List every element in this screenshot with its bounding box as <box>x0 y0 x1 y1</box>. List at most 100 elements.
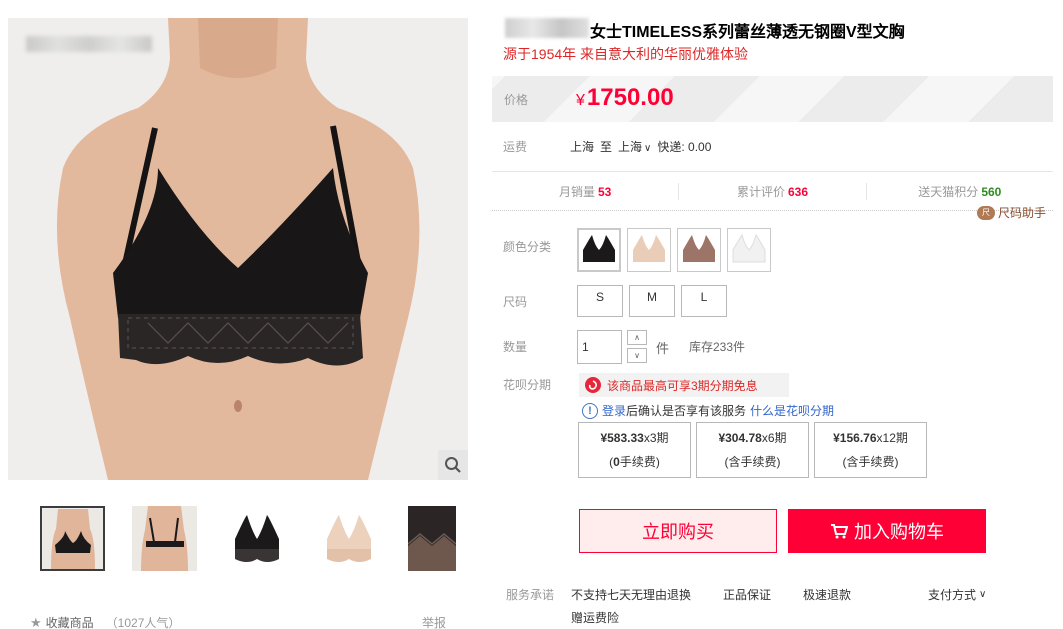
size-options: S M L <box>577 285 727 317</box>
ship-to-word: 至 <box>600 140 613 154</box>
thumbnail-front[interactable] <box>40 506 105 571</box>
swatch-white-image <box>732 234 766 263</box>
installment-plan-6[interactable]: ¥304.78x6期 (含手续费) <box>696 422 809 478</box>
price-value: ¥1750.00 <box>576 84 674 112</box>
color-option-nude[interactable] <box>627 228 671 272</box>
favorite-count: （1027人气） <box>105 616 181 629</box>
plan-amount: ¥583.33 <box>600 431 644 445</box>
stat-monthly-sales-value: 53 <box>597 184 612 199</box>
stat-points-label: 送天猫积分 <box>918 184 979 199</box>
color-option-black[interactable] <box>577 228 621 272</box>
swatch-black-image <box>583 235 615 262</box>
plan-fee-rest: 含手续费) <box>728 455 781 469</box>
service-item-shipping-insurance[interactable]: 赠运费险 <box>571 609 619 626</box>
plan-fee-rest: 含手续费) <box>846 455 899 469</box>
size-option-l[interactable]: L <box>681 285 727 317</box>
size-helper-button[interactable]: 尺 尺码助手 <box>977 204 1046 221</box>
payment-methods-toggle[interactable]: 支付方式 ∨ <box>928 586 986 603</box>
size-label: 尺码 <box>503 295 528 309</box>
add-to-cart-button[interactable]: 加入购物车 <box>788 509 986 553</box>
quantity-input[interactable] <box>577 330 622 364</box>
thumbnail-strip <box>40 506 456 571</box>
plan-fee: (含手续费) <box>815 450 926 474</box>
chevron-down-icon: ∨ <box>634 351 640 360</box>
quantity-decrease-button[interactable]: ∨ <box>627 348 647 363</box>
stat-points: 送天猫积分 560 <box>867 183 1053 200</box>
plan-term: x3期 <box>643 431 669 445</box>
ship-destination-select[interactable]: 上海 ∨ <box>618 138 651 155</box>
huabei-info: ! 登录 后确认是否享有该服务 什么是花呗分期 <box>582 402 834 419</box>
what-is-huabei-link[interactable]: 什么是花呗分期 <box>750 402 834 419</box>
report-link[interactable]: 举报 <box>422 614 446 629</box>
thumbnail-back[interactable] <box>132 506 197 571</box>
service-item-no-return[interactable]: 不支持七天无理由退换 <box>571 586 691 603</box>
quantity-increase-button[interactable]: ∧ <box>627 330 647 345</box>
quantity-unit: 件 <box>656 341 670 356</box>
chevron-down-icon: ∨ <box>644 143 652 154</box>
price-amount: 1750.00 <box>586 84 674 111</box>
magnifier-icon <box>445 457 461 473</box>
plan-fee: (0手续费) <box>579 450 690 474</box>
huabei-promo-text: 该商品最高可享3期分期免息 <box>607 378 758 393</box>
ship-from: 上海 <box>570 140 595 154</box>
size-option-s[interactable]: S <box>577 285 623 317</box>
stat-reviews-value: 636 <box>787 184 809 199</box>
chevron-down-icon: ∨ <box>979 589 987 600</box>
product-subtitle: 源于1954年 来自意大利的华丽优雅体验 <box>503 46 749 62</box>
quantity-label: 数量 <box>503 340 528 354</box>
main-product-image[interactable] <box>8 18 468 480</box>
brand-logo-blurred <box>26 36 152 52</box>
size-option-m[interactable]: M <box>629 285 675 317</box>
brand-name-blurred <box>505 18 589 38</box>
favorite-button[interactable]: ★ 收藏商品 （1027人气） <box>30 614 180 629</box>
installment-plan-3[interactable]: ¥583.33x3期 (0手续费) <box>578 422 691 478</box>
plan-price: ¥156.76x12期 <box>815 426 926 450</box>
plan-amount: ¥304.78 <box>718 431 762 445</box>
service-label: 服务承诺 <box>506 588 555 602</box>
plan-fee-rest: 手续费) <box>619 455 660 469</box>
model-photo <box>56 18 420 480</box>
thumb-black-bra-image <box>234 514 279 562</box>
price-label: 价格 <box>504 93 529 107</box>
cart-icon <box>831 524 848 539</box>
shipping-label: 运费 <box>503 140 528 154</box>
favorite-label: 收藏商品 <box>45 616 94 629</box>
ship-method: 快递: 0.00 <box>657 140 712 154</box>
thumbnail-nude-flat[interactable] <box>316 506 381 571</box>
huabei-info-text: 后确认是否享有该服务 <box>626 404 747 418</box>
color-label: 颜色分类 <box>503 240 552 254</box>
installment-plan-12[interactable]: ¥156.76x12期 (含手续费) <box>814 422 927 478</box>
add-to-cart-label: 加入购物车 <box>854 522 944 542</box>
thumbnail-black-flat[interactable] <box>224 506 289 571</box>
swatch-nude-image <box>633 235 665 262</box>
plan-amount: ¥156.76 <box>833 431 877 445</box>
color-option-mocha[interactable] <box>677 228 721 272</box>
ruler-icon: 尺 <box>977 205 995 220</box>
thumbnail-lace-detail[interactable] <box>408 506 456 571</box>
service-item-genuine[interactable]: 正品保证 <box>723 586 771 603</box>
plan-price: ¥304.78x6期 <box>697 426 808 450</box>
stat-monthly-sales-label: 月销量 <box>558 184 595 199</box>
currency-symbol: ¥ <box>576 92 585 109</box>
service-item-fast-refund[interactable]: 极速退款 <box>803 586 851 603</box>
thumb-nude-bra-image <box>326 514 371 562</box>
buy-now-button[interactable]: 立即购买 <box>579 509 777 553</box>
stat-points-value: 560 <box>981 184 1002 199</box>
shipping-info: 上海 至 上海 ∨ 快递: 0.00 <box>570 138 711 155</box>
huabei-icon <box>585 377 601 393</box>
swatch-mocha-image <box>683 235 715 262</box>
stat-reviews[interactable]: 累计评价 636 <box>679 182 867 200</box>
product-title: 女士TIMELESS系列蕾丝薄透无钢圈V型文胸 <box>590 24 905 41</box>
huabei-glyph <box>588 380 597 390</box>
payment-label: 支付方式 <box>928 588 977 602</box>
plan-term: x12期 <box>876 431 908 445</box>
info-icon: ! <box>582 402 598 419</box>
plan-fee: (含手续费) <box>697 450 808 474</box>
plan-fee-zero: 0 <box>613 455 620 469</box>
huabei-label: 花呗分期 <box>503 378 552 392</box>
color-option-white[interactable] <box>727 228 771 272</box>
zoom-button[interactable] <box>438 450 468 480</box>
thumb-front-image <box>42 508 103 569</box>
thumb-lace-detail-image <box>408 506 456 571</box>
login-link[interactable]: 登录 <box>602 402 626 419</box>
